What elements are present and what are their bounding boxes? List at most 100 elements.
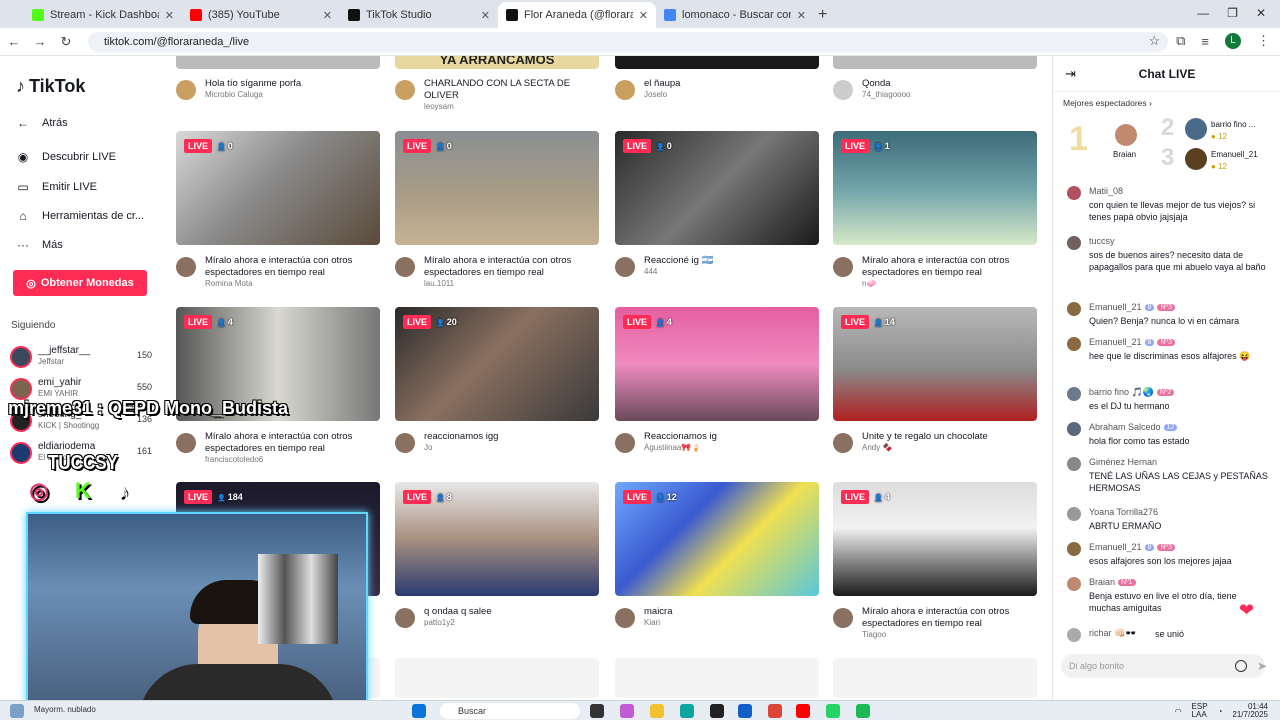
browser-tab[interactable]: lomonaco - Buscar con Google ✕ bbox=[656, 2, 814, 28]
avatar[interactable] bbox=[1067, 628, 1081, 642]
live-title[interactable]: Reaccionamos ig bbox=[644, 431, 816, 443]
live-username[interactable]: Jo bbox=[424, 443, 432, 452]
wifi-icon[interactable]: ◔ bbox=[1218, 707, 1223, 716]
live-card[interactable]: LIVE 👤 0 Reaccioné ig 🇦🇷 444 bbox=[615, 131, 819, 299]
avatar[interactable] bbox=[1067, 236, 1081, 250]
live-card[interactable]: LIVE 👤 8 q ondaa q salee patto1y2 bbox=[395, 482, 599, 650]
avatar[interactable] bbox=[395, 433, 415, 453]
task-view-icon[interactable] bbox=[590, 704, 604, 718]
tiktok-logo[interactable]: ♪ TikTok bbox=[16, 76, 85, 97]
close-tab-icon[interactable]: ✕ bbox=[165, 9, 174, 22]
url-field[interactable]: tiktok.com/@floraraneda_/live bbox=[88, 32, 1168, 52]
live-title[interactable]: el ñaupa bbox=[644, 78, 816, 90]
live-thumbnail[interactable]: LIVE 👤 0 bbox=[395, 131, 599, 245]
avatar[interactable] bbox=[395, 257, 415, 277]
reading-list-icon[interactable]: ≡ bbox=[1201, 34, 1209, 49]
new-tab-button[interactable]: + bbox=[818, 2, 827, 28]
get-coins-button[interactable]: ◎ Obtener Monedas bbox=[13, 270, 147, 296]
avatar[interactable] bbox=[1067, 186, 1081, 200]
file-explorer-icon[interactable] bbox=[650, 704, 664, 718]
copilot-icon[interactable] bbox=[620, 704, 634, 718]
live-username[interactable]: 444 bbox=[644, 267, 657, 276]
spotify-icon[interactable] bbox=[856, 704, 870, 718]
avatar[interactable] bbox=[1067, 337, 1081, 351]
chat-username[interactable]: Giménez Hernan bbox=[1089, 457, 1157, 467]
live-title[interactable]: Unite y te regalo un chocolate bbox=[862, 431, 1034, 443]
browser-menu-icon[interactable]: ⋮ bbox=[1257, 33, 1270, 49]
live-username[interactable]: Agustiinaa🎀🍦 bbox=[644, 443, 701, 452]
close-tab-icon[interactable]: ✕ bbox=[481, 9, 490, 22]
top-viewer-name[interactable]: barrio fino ... bbox=[1211, 120, 1255, 129]
live-username[interactable]: Romina Mota bbox=[205, 279, 253, 288]
browser-tab[interactable]: (385) YouTube ✕ bbox=[182, 2, 340, 28]
chat-username[interactable]: Braian Nº1 bbox=[1089, 577, 1136, 587]
live-card[interactable]: YA ARRANCAMOS CHARLANDO CON LA SECTA DE O… bbox=[395, 56, 599, 122]
chrome-icon[interactable] bbox=[768, 704, 782, 718]
chat-username[interactable]: Matii_08 bbox=[1089, 186, 1123, 196]
taskbar-search[interactable]: Buscar bbox=[440, 703, 580, 719]
browser-tab[interactable]: Flor Araneda (@floraraneda_) en ✕ bbox=[498, 2, 656, 28]
chat-username[interactable]: Emanuell_21 8 Nº3 bbox=[1089, 302, 1175, 312]
sidebar-item[interactable]: ··· Más bbox=[14, 236, 63, 254]
maximize-button[interactable]: ❐ bbox=[1227, 6, 1238, 20]
extensions-icon[interactable]: ⧉ bbox=[1176, 33, 1185, 49]
avatar[interactable] bbox=[833, 80, 853, 100]
live-thumbnail[interactable] bbox=[176, 56, 380, 69]
clock[interactable]: 01:44 21/7/2025 bbox=[1232, 703, 1268, 719]
avatar[interactable] bbox=[615, 433, 635, 453]
live-thumbnail[interactable] bbox=[833, 56, 1037, 69]
live-thumbnail[interactable]: LIVE 👤 4 bbox=[833, 482, 1037, 596]
live-thumbnail[interactable]: LIVE 👤 20 bbox=[395, 307, 599, 421]
live-username[interactable]: leoysam bbox=[424, 102, 454, 111]
live-thumbnail[interactable] bbox=[615, 56, 819, 69]
live-card[interactable]: el ñaupa Joselo bbox=[615, 56, 819, 122]
bookmark-star-icon[interactable]: ☆ bbox=[1148, 33, 1160, 49]
close-window-button[interactable]: ✕ bbox=[1256, 6, 1266, 20]
live-card[interactable]: LIVE 👤 20 reaccionamos igg Jo bbox=[395, 307, 599, 475]
avatar[interactable] bbox=[1067, 387, 1081, 401]
chat-username[interactable]: Emanuell_21 8 Nº3 bbox=[1089, 337, 1175, 347]
lang-indicator[interactable]: ESP LAA bbox=[1192, 703, 1208, 719]
live-title[interactable]: Reaccioné ig 🇦🇷 bbox=[644, 255, 816, 267]
top-viewer-name[interactable]: Emanuell_21 bbox=[1211, 150, 1258, 159]
forward-arrow-icon[interactable]: → bbox=[28, 34, 52, 49]
live-thumbnail[interactable]: LIVE 👤 8 bbox=[395, 482, 599, 596]
chat-username[interactable]: tuccsy bbox=[1089, 236, 1115, 246]
live-card[interactable]: Qonda 74_thiagoooo bbox=[833, 56, 1037, 122]
live-card[interactable]: LIVE 👤 4 Míralo ahora e interactúa con otr… bbox=[833, 482, 1037, 650]
browser-tab[interactable]: TikTok Studio ✕ bbox=[340, 2, 498, 28]
live-thumbnail[interactable]: LIVE 👤 4 bbox=[615, 307, 819, 421]
avatar[interactable] bbox=[176, 257, 196, 277]
live-username[interactable]: patto1y2 bbox=[424, 618, 455, 627]
close-tab-icon[interactable]: ✕ bbox=[639, 9, 648, 22]
avatar[interactable] bbox=[833, 257, 853, 277]
close-tab-icon[interactable]: ✕ bbox=[323, 9, 332, 22]
heart-icon[interactable]: ❤ bbox=[1239, 600, 1254, 621]
sidebar-item[interactable]: ◉ Descubrir LIVE bbox=[14, 148, 116, 166]
avatar[interactable] bbox=[1067, 542, 1081, 556]
store-icon[interactable] bbox=[738, 704, 752, 718]
live-username[interactable]: Andy 🍫 bbox=[862, 443, 892, 452]
back-link[interactable]: ← Atrás bbox=[14, 114, 68, 132]
avatar[interactable] bbox=[1185, 148, 1207, 170]
live-thumbnail[interactable]: LIVE 👤 12 bbox=[615, 482, 819, 596]
live-title[interactable]: Míralo ahora e interactúa con otros espe… bbox=[205, 431, 377, 455]
live-card[interactable]: LIVE 👤 1 Míralo ahora e interactúa con otr… bbox=[833, 131, 1037, 299]
live-thumbnail[interactable]: LIVE 👤 0 bbox=[176, 131, 380, 245]
top-viewers-label[interactable]: Mejores espectadores › bbox=[1063, 98, 1152, 108]
obs-icon[interactable] bbox=[710, 704, 724, 718]
weather-icon[interactable] bbox=[10, 704, 24, 718]
avatar[interactable] bbox=[1185, 118, 1207, 140]
live-username[interactable]: franciscotoledo6 bbox=[205, 455, 263, 464]
network-icon[interactable]: ◠ bbox=[1175, 707, 1182, 716]
live-card[interactable]: Hola tío síganme porfa Microbio Caluga bbox=[176, 56, 380, 122]
avatar[interactable] bbox=[1067, 507, 1081, 521]
youtube-icon[interactable] bbox=[796, 704, 810, 718]
live-title[interactable]: Míralo ahora e interactúa con otros espe… bbox=[205, 255, 377, 279]
live-username[interactable]: Joselo bbox=[644, 90, 667, 99]
minimize-button[interactable]: — bbox=[1197, 6, 1209, 20]
live-thumbnail[interactable]: YA ARRANCAMOS bbox=[395, 56, 599, 69]
live-username[interactable]: Microbio Caluga bbox=[205, 90, 263, 99]
live-title[interactable]: Míralo ahora e interactúa con otros espe… bbox=[862, 255, 1034, 279]
live-username[interactable]: Tiagoo bbox=[862, 630, 886, 639]
